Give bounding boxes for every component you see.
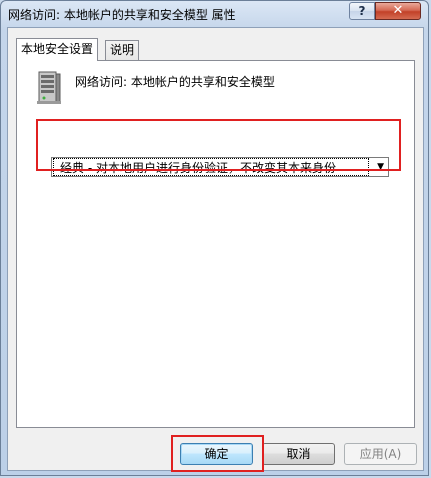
window-title: 网络访问: 本地帐户的共享和安全模型 属性	[8, 8, 236, 22]
tab-panel: 网络访问: 本地帐户的共享和安全模型 经典 - 对本地用户进行身份验证，不改变其…	[16, 60, 415, 428]
title-bar: 网络访问: 本地帐户的共享和安全模型 属性 ? ✕	[1, 1, 430, 27]
ok-button[interactable]: 确定	[180, 443, 253, 465]
cancel-button[interactable]: 取消	[262, 443, 335, 465]
security-model-dropdown[interactable]: 经典 - 对本地用户进行身份验证，不改变其本来身份 ▼	[51, 157, 389, 177]
properties-dialog: 网络访问: 本地帐户的共享和安全模型 属性 ? ✕ 本地安全设置 说明 网络访问…	[0, 0, 429, 476]
help-button[interactable]: ?	[349, 2, 375, 20]
dropdown-selected-value: 经典 - 对本地用户进行身份验证，不改变其本来身份	[60, 161, 336, 175]
tab-explain[interactable]: 说明	[105, 40, 140, 60]
chevron-down-icon[interactable]: ▼	[377, 159, 384, 175]
dialog-client-area: 本地安全设置 说明 网络访问: 本地帐户的共享和安全模型 经典 - 对本地用户进…	[7, 27, 424, 471]
tab-local-security-setting[interactable]: 本地安全设置	[16, 38, 99, 61]
policy-title: 网络访问: 本地帐户的共享和安全模型	[75, 75, 275, 89]
close-button[interactable]: ✕	[375, 2, 421, 20]
server-icon	[37, 71, 61, 104]
dropdown-focus-area: 经典 - 对本地用户进行身份验证，不改变其本来身份	[53, 158, 369, 176]
apply-button[interactable]: 应用(A)	[344, 443, 417, 465]
